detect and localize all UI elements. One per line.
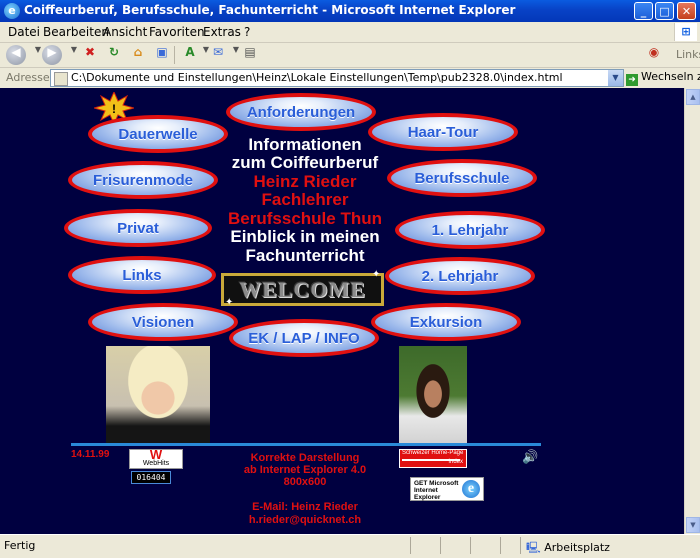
title-bar: e Coiffeurberuf, Berufsschule, Fachunter… bbox=[0, 0, 700, 22]
address-field[interactable]: C:\Dokumente und Einstellungen\Heinz\Lok… bbox=[50, 69, 624, 87]
nav-ek-lap-info-label: EK / LAP / INFO bbox=[248, 329, 360, 347]
headline-line-7: Fachunterricht bbox=[245, 246, 365, 265]
scroll-down-icon[interactable]: ▼ bbox=[686, 517, 700, 533]
windows-logo-icon: ⊞ bbox=[674, 23, 697, 41]
forward-icon[interactable]: ▶ bbox=[42, 45, 62, 65]
mail-icon[interactable]: ✉ bbox=[208, 45, 228, 65]
ie-logo-icon: e bbox=[462, 480, 480, 498]
headline-line-4: Fachlehrer bbox=[261, 190, 349, 209]
swiss-homepage-badge[interactable]: Schweizer Home-Page Index bbox=[399, 449, 467, 468]
nav-berufsschule-label: Berufsschule bbox=[414, 169, 510, 187]
nav-frisurenmode-label: Frisurenmode bbox=[92, 171, 194, 189]
address-label: Adresse bbox=[6, 71, 50, 84]
nav-links-label: Links bbox=[122, 266, 162, 284]
homepage-index: Index bbox=[448, 459, 463, 465]
refresh-icon[interactable]: ↻ bbox=[104, 45, 124, 65]
links-label[interactable]: Links bbox=[676, 48, 700, 61]
nav-exkursion-label: Exkursion bbox=[409, 313, 483, 331]
menu-help[interactable]: ? bbox=[244, 25, 250, 39]
address-bar: Adresse C:\Dokumente und Einstellungen\H… bbox=[0, 68, 700, 89]
portrait-photo-blonde bbox=[106, 346, 210, 446]
scroll-up-icon[interactable]: ▲ bbox=[686, 89, 700, 105]
media-icon[interactable]: ▣ bbox=[152, 45, 172, 65]
menu-favoriten[interactable]: Favoriten bbox=[149, 25, 205, 39]
nav-lehrjahr-2-label: 2. Lehrjahr bbox=[421, 267, 499, 285]
get-ie-text: GET Microsoft Internet Explorer bbox=[414, 480, 459, 501]
nav-anforderungen[interactable]: Anforderungen bbox=[226, 93, 376, 131]
page-content: ! Anforderungen Dauerwelle Haar-Tour Fri… bbox=[0, 88, 684, 534]
portrait-photo-brunette bbox=[399, 346, 467, 446]
zone-label: Arbeitsplatz bbox=[544, 541, 610, 554]
menu-ansicht[interactable]: Ansicht bbox=[103, 25, 147, 39]
go-label: Wechseln zu bbox=[641, 70, 700, 83]
status-bar: Fertig 🖳 Arbeitsplatz bbox=[0, 534, 700, 557]
nav-exkursion[interactable]: Exkursion bbox=[371, 303, 521, 341]
menu-bar: Datei Bearbeiten Ansicht Favoriten Extra… bbox=[0, 22, 700, 43]
home-icon[interactable]: ⌂ bbox=[128, 45, 148, 65]
menu-datei[interactable]: Datei bbox=[8, 25, 40, 39]
address-url[interactable]: C:\Dokumente und Einstellungen\Heinz\Lok… bbox=[71, 71, 563, 84]
security-zone: 🖳 Arbeitsplatz bbox=[526, 539, 610, 558]
menu-extras[interactable]: Extras bbox=[203, 25, 241, 39]
headline-line-6: Einblick in meinen bbox=[230, 227, 380, 246]
headline-line-1: Informationen bbox=[248, 135, 362, 154]
email-label: E-Mail: Heinz Rieder bbox=[252, 501, 358, 513]
go-button[interactable]: ➜Wechseln zu bbox=[626, 70, 700, 86]
messenger-icon[interactable]: ◉ bbox=[644, 45, 664, 65]
toolbar: ◀ ▼ ▶ ▼ ✖ ↻ ⌂ ▣ A ▼ ✉ ▼ ▤ ◉ Links bbox=[0, 43, 700, 68]
nav-lehrjahr-1-label: 1. Lehrjahr bbox=[431, 221, 509, 239]
display-note-1: Korrekte Darstellung bbox=[250, 452, 360, 464]
nav-ek-lap-info[interactable]: EK / LAP / INFO bbox=[229, 319, 379, 357]
menu-bearbeiten[interactable]: Bearbeiten bbox=[43, 25, 109, 39]
horizontal-divider bbox=[71, 443, 541, 446]
back-icon[interactable]: ◀ bbox=[6, 45, 26, 65]
display-note-3: 800x600 bbox=[283, 476, 327, 488]
homepage-text: Schweizer Home-Page bbox=[402, 450, 464, 456]
status-text: Fertig bbox=[4, 539, 36, 552]
update-date: 14.11.99 bbox=[71, 449, 110, 460]
internet-explorer-icon: e bbox=[4, 3, 20, 19]
sparkle-icon: ✦ bbox=[225, 297, 234, 308]
headline-line-5: Berufsschule Thun bbox=[228, 209, 382, 228]
nav-visionen-label: Visionen bbox=[131, 313, 195, 331]
page-icon bbox=[54, 72, 68, 86]
stop-icon[interactable]: ✖ bbox=[80, 45, 100, 65]
print-icon[interactable]: ▤ bbox=[240, 45, 260, 65]
window-title: Coiffeurberuf, Berufsschule, Fachunterri… bbox=[24, 3, 516, 17]
svg-text:!: ! bbox=[112, 102, 116, 116]
welcome-banner: WELCOME bbox=[221, 273, 384, 306]
get-ie-badge[interactable]: GET Microsoft Internet Explorer e bbox=[410, 477, 484, 501]
close-button[interactable]: ✕ bbox=[677, 2, 696, 20]
nav-privat-label: Privat bbox=[117, 219, 159, 237]
nav-anforderungen-label: Anforderungen bbox=[246, 103, 356, 121]
email-link[interactable]: h.rieder@quicknet.ch bbox=[200, 514, 410, 526]
nav-dauerwelle-label: Dauerwelle bbox=[118, 125, 198, 143]
webhits-name: WebHits bbox=[142, 460, 170, 467]
sparkle-icon: ✦ bbox=[372, 269, 381, 280]
webhits-logo: W bbox=[149, 447, 163, 462]
address-dropdown-icon[interactable]: ▼ bbox=[608, 70, 623, 86]
computer-icon: 🖳 bbox=[526, 541, 541, 554]
headline-line-3: Heinz Rieder bbox=[253, 172, 357, 191]
vertical-scrollbar[interactable]: ▲ ▼ bbox=[684, 88, 700, 534]
headline-line-2: zum Coiffeurberuf bbox=[231, 153, 379, 172]
speaker-icon[interactable]: 🔊 bbox=[522, 450, 538, 465]
go-arrow-icon: ➜ bbox=[626, 74, 638, 86]
hit-counter: 016404 bbox=[131, 471, 171, 484]
nav-visionen[interactable]: Visionen bbox=[88, 303, 238, 341]
minimize-button[interactable]: _ bbox=[634, 2, 653, 20]
display-note-2: ab Internet Explorer 4.0 bbox=[243, 464, 367, 476]
maximize-button[interactable]: □ bbox=[655, 2, 674, 20]
webhits-badge[interactable]: W WebHits bbox=[129, 447, 183, 469]
